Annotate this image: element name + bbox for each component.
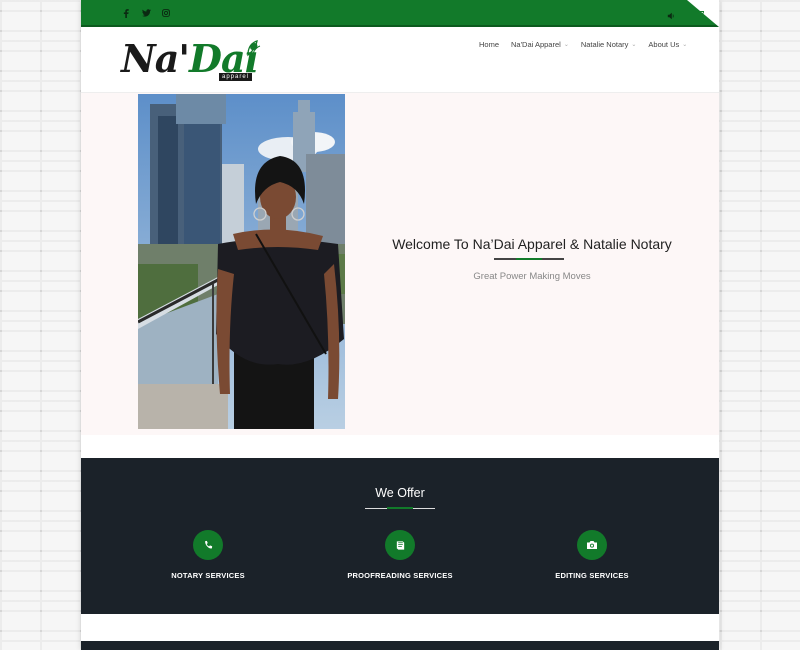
service-label: PROOFREADING SERVICES <box>347 571 453 580</box>
section-divider <box>365 507 435 509</box>
chevron-down-icon: ⌄ <box>682 42 688 48</box>
footer-strip <box>81 641 719 650</box>
logo-subtitle: apparel <box>219 73 253 81</box>
service-editing[interactable]: EDITING SERVICES <box>512 530 672 580</box>
hero-divider <box>494 258 564 260</box>
site-logo[interactable]: Na'Dai apparel <box>121 35 266 85</box>
volume-icon[interactable] <box>667 7 675 25</box>
service-label: NOTARY SERVICES <box>171 571 245 580</box>
book-icon <box>385 530 415 560</box>
instagram-icon[interactable] <box>161 8 171 18</box>
section-title: We Offer <box>375 486 425 500</box>
top-bar <box>81 0 719 27</box>
nav-item-natalie-notary[interactable]: Natalie Notary ⌄ <box>581 40 637 49</box>
chevron-down-icon: ⌄ <box>631 42 637 48</box>
main-nav: Home Na'Dai Apparel ⌄ Natalie Notary ⌄ Abo… <box>479 40 699 49</box>
camera-icon <box>577 530 607 560</box>
hero-section: Welcome To Na’Dai Apparel & Natalie Nota… <box>81 93 719 435</box>
hero-title: Welcome To Na’Dai Apparel & Natalie Nota… <box>392 236 672 252</box>
cart-icon[interactable] <box>696 4 705 22</box>
social-links <box>121 8 171 18</box>
facebook-icon[interactable] <box>121 8 131 18</box>
site-header: Na'Dai apparel Home Na'Dai Apparel ⌄ Nata… <box>81 27 719 93</box>
chevron-down-icon: ⌄ <box>563 42 569 48</box>
twitter-icon[interactable] <box>141 8 151 18</box>
hero-photo <box>138 94 345 429</box>
nav-item-home[interactable]: Home <box>479 40 499 49</box>
service-proofreading[interactable]: PROOFREADING SERVICES <box>320 530 480 580</box>
nav-item-nadai-apparel[interactable]: Na'Dai Apparel ⌄ <box>511 40 569 49</box>
nav-item-about-us[interactable]: About Us ⌄ <box>648 40 687 49</box>
service-label: EDITING SERVICES <box>555 571 629 580</box>
we-offer-section: We Offer NOTARY SERVICES PROOFREADING SE… <box>81 458 719 614</box>
hero-subtitle: Great Power Making Moves <box>473 271 591 282</box>
phone-icon <box>193 530 223 560</box>
service-notary[interactable]: NOTARY SERVICES <box>128 530 288 580</box>
website-page: Na'Dai apparel Home Na'Dai Apparel ⌄ Nata… <box>81 0 719 650</box>
leaf-icon <box>245 39 261 62</box>
